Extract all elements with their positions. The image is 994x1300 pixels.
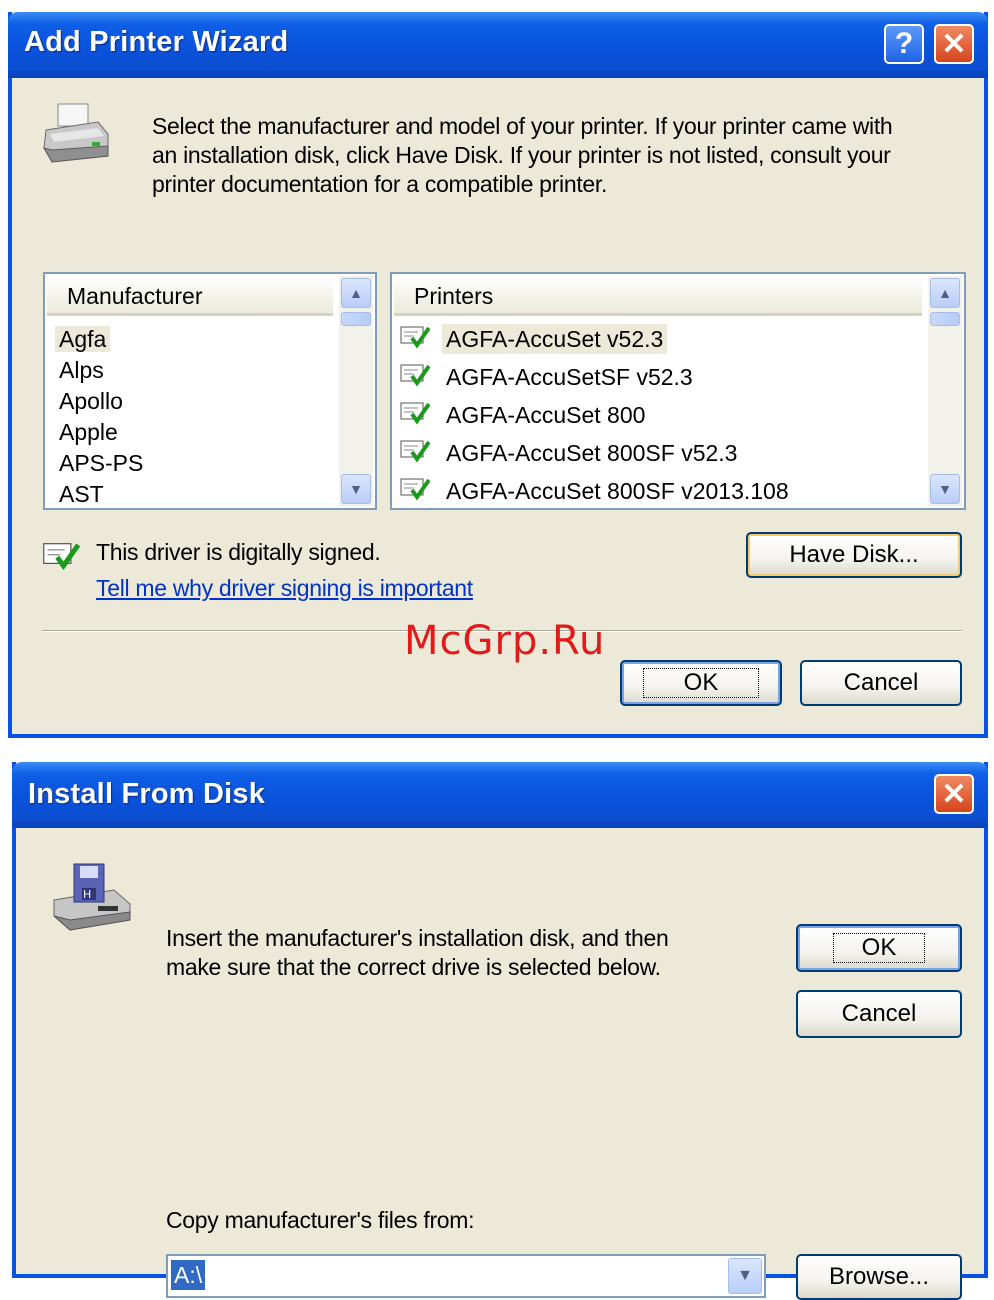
- list-item[interactable]: Alps: [59, 355, 104, 385]
- printers-scrollbar[interactable]: ▲ ▼: [928, 276, 962, 506]
- list-item[interactable]: Apple: [59, 417, 118, 447]
- install-titlebar[interactable]: Install From Disk ✕: [12, 762, 988, 828]
- signed-driver-icon: [400, 402, 430, 425]
- help-button[interactable]: ?: [884, 24, 924, 64]
- scroll-thumb[interactable]: [341, 312, 371, 326]
- help-icon: ?: [894, 27, 914, 60]
- printer-icon: [42, 103, 109, 163]
- chevron-down-icon: ▼: [737, 1267, 753, 1284]
- close-icon: ✕: [941, 27, 967, 61]
- manufacturer-listbox[interactable]: Manufacturer ▲ ▼ Agfa Alps Apollo Apple …: [43, 272, 377, 510]
- chevron-down-icon: ▼: [349, 481, 363, 497]
- scroll-down-button[interactable]: ▼: [930, 474, 960, 504]
- dropdown-button[interactable]: ▼: [728, 1258, 762, 1294]
- install-content: H Insert the manufacturer's installation…: [16, 828, 984, 1300]
- disk-drive-icon: H: [53, 863, 131, 931]
- instruction-line: an installation disk, click Have Disk. I…: [152, 142, 891, 168]
- list-item[interactable]: Apollo: [59, 386, 123, 416]
- instruction-line: make sure that the correct drive is sele…: [166, 954, 661, 980]
- browse-button[interactable]: Browse...: [796, 1254, 962, 1300]
- chevron-up-icon: ▲: [349, 285, 363, 301]
- instruction-line: Select the manufacturer and model of you…: [152, 113, 893, 139]
- manufacturer-scrollbar[interactable]: ▲ ▼: [339, 276, 373, 506]
- wizard-title: Add Printer Wizard: [24, 26, 289, 58]
- source-path-combobox[interactable]: A:\ ▼: [166, 1254, 766, 1298]
- instruction-line: Insert the manufacturer's installation d…: [166, 925, 669, 951]
- printers-column-header[interactable]: Printers: [394, 276, 922, 316]
- signed-driver-icon: [43, 543, 80, 571]
- copy-files-label: Copy manufacturer's files from:: [166, 1207, 475, 1233]
- signed-driver-icon: [400, 326, 430, 349]
- printers-listbox[interactable]: Printers ▲ ▼ AGFA-AccuSet v52.3 AGFA-Acc…: [390, 272, 966, 510]
- watermark-text: McGrp.Ru: [404, 618, 606, 664]
- ok-button[interactable]: OK: [796, 924, 962, 972]
- manufacturer-column-header[interactable]: Manufacturer: [47, 276, 333, 316]
- cancel-button[interactable]: Cancel: [796, 990, 962, 1038]
- svg-text:H: H: [83, 888, 91, 901]
- ok-button[interactable]: OK: [620, 660, 782, 706]
- scroll-down-button[interactable]: ▼: [341, 474, 371, 504]
- chevron-down-icon: ▼: [938, 481, 952, 497]
- signed-status-text: This driver is digitally signed.: [96, 539, 381, 565]
- install-title: Install From Disk: [28, 778, 266, 810]
- source-path-value[interactable]: A:\: [171, 1260, 206, 1290]
- signed-driver-icon: [400, 478, 430, 501]
- list-item[interactable]: APS-PS: [59, 448, 143, 478]
- driver-signing-link[interactable]: Tell me why driver signing is important: [96, 574, 473, 603]
- signed-driver-icon: [400, 364, 430, 387]
- wizard-titlebar[interactable]: Add Printer Wizard ? ✕: [8, 12, 988, 78]
- close-button[interactable]: ✕: [934, 774, 974, 814]
- scroll-thumb[interactable]: [930, 312, 960, 326]
- list-item[interactable]: AST: [59, 479, 104, 508]
- close-icon: ✕: [941, 777, 967, 811]
- have-disk-button[interactable]: Have Disk...: [746, 532, 962, 578]
- wizard-instructions: Select the manufacturer and model of you…: [152, 112, 972, 199]
- cancel-button[interactable]: Cancel: [800, 660, 962, 706]
- list-item[interactable]: Agfa: [55, 324, 111, 354]
- instruction-line: printer documentation for a compatible p…: [152, 171, 608, 197]
- scroll-up-button[interactable]: ▲: [341, 278, 371, 308]
- signed-driver-icon: [400, 440, 430, 463]
- scroll-up-button[interactable]: ▲: [930, 278, 960, 308]
- install-instructions: Insert the manufacturer's installation d…: [166, 924, 766, 982]
- chevron-up-icon: ▲: [938, 285, 952, 301]
- install-from-disk-window: Install From Disk ✕ H Insert the manufac…: [12, 762, 988, 1300]
- close-button[interactable]: ✕: [934, 24, 974, 64]
